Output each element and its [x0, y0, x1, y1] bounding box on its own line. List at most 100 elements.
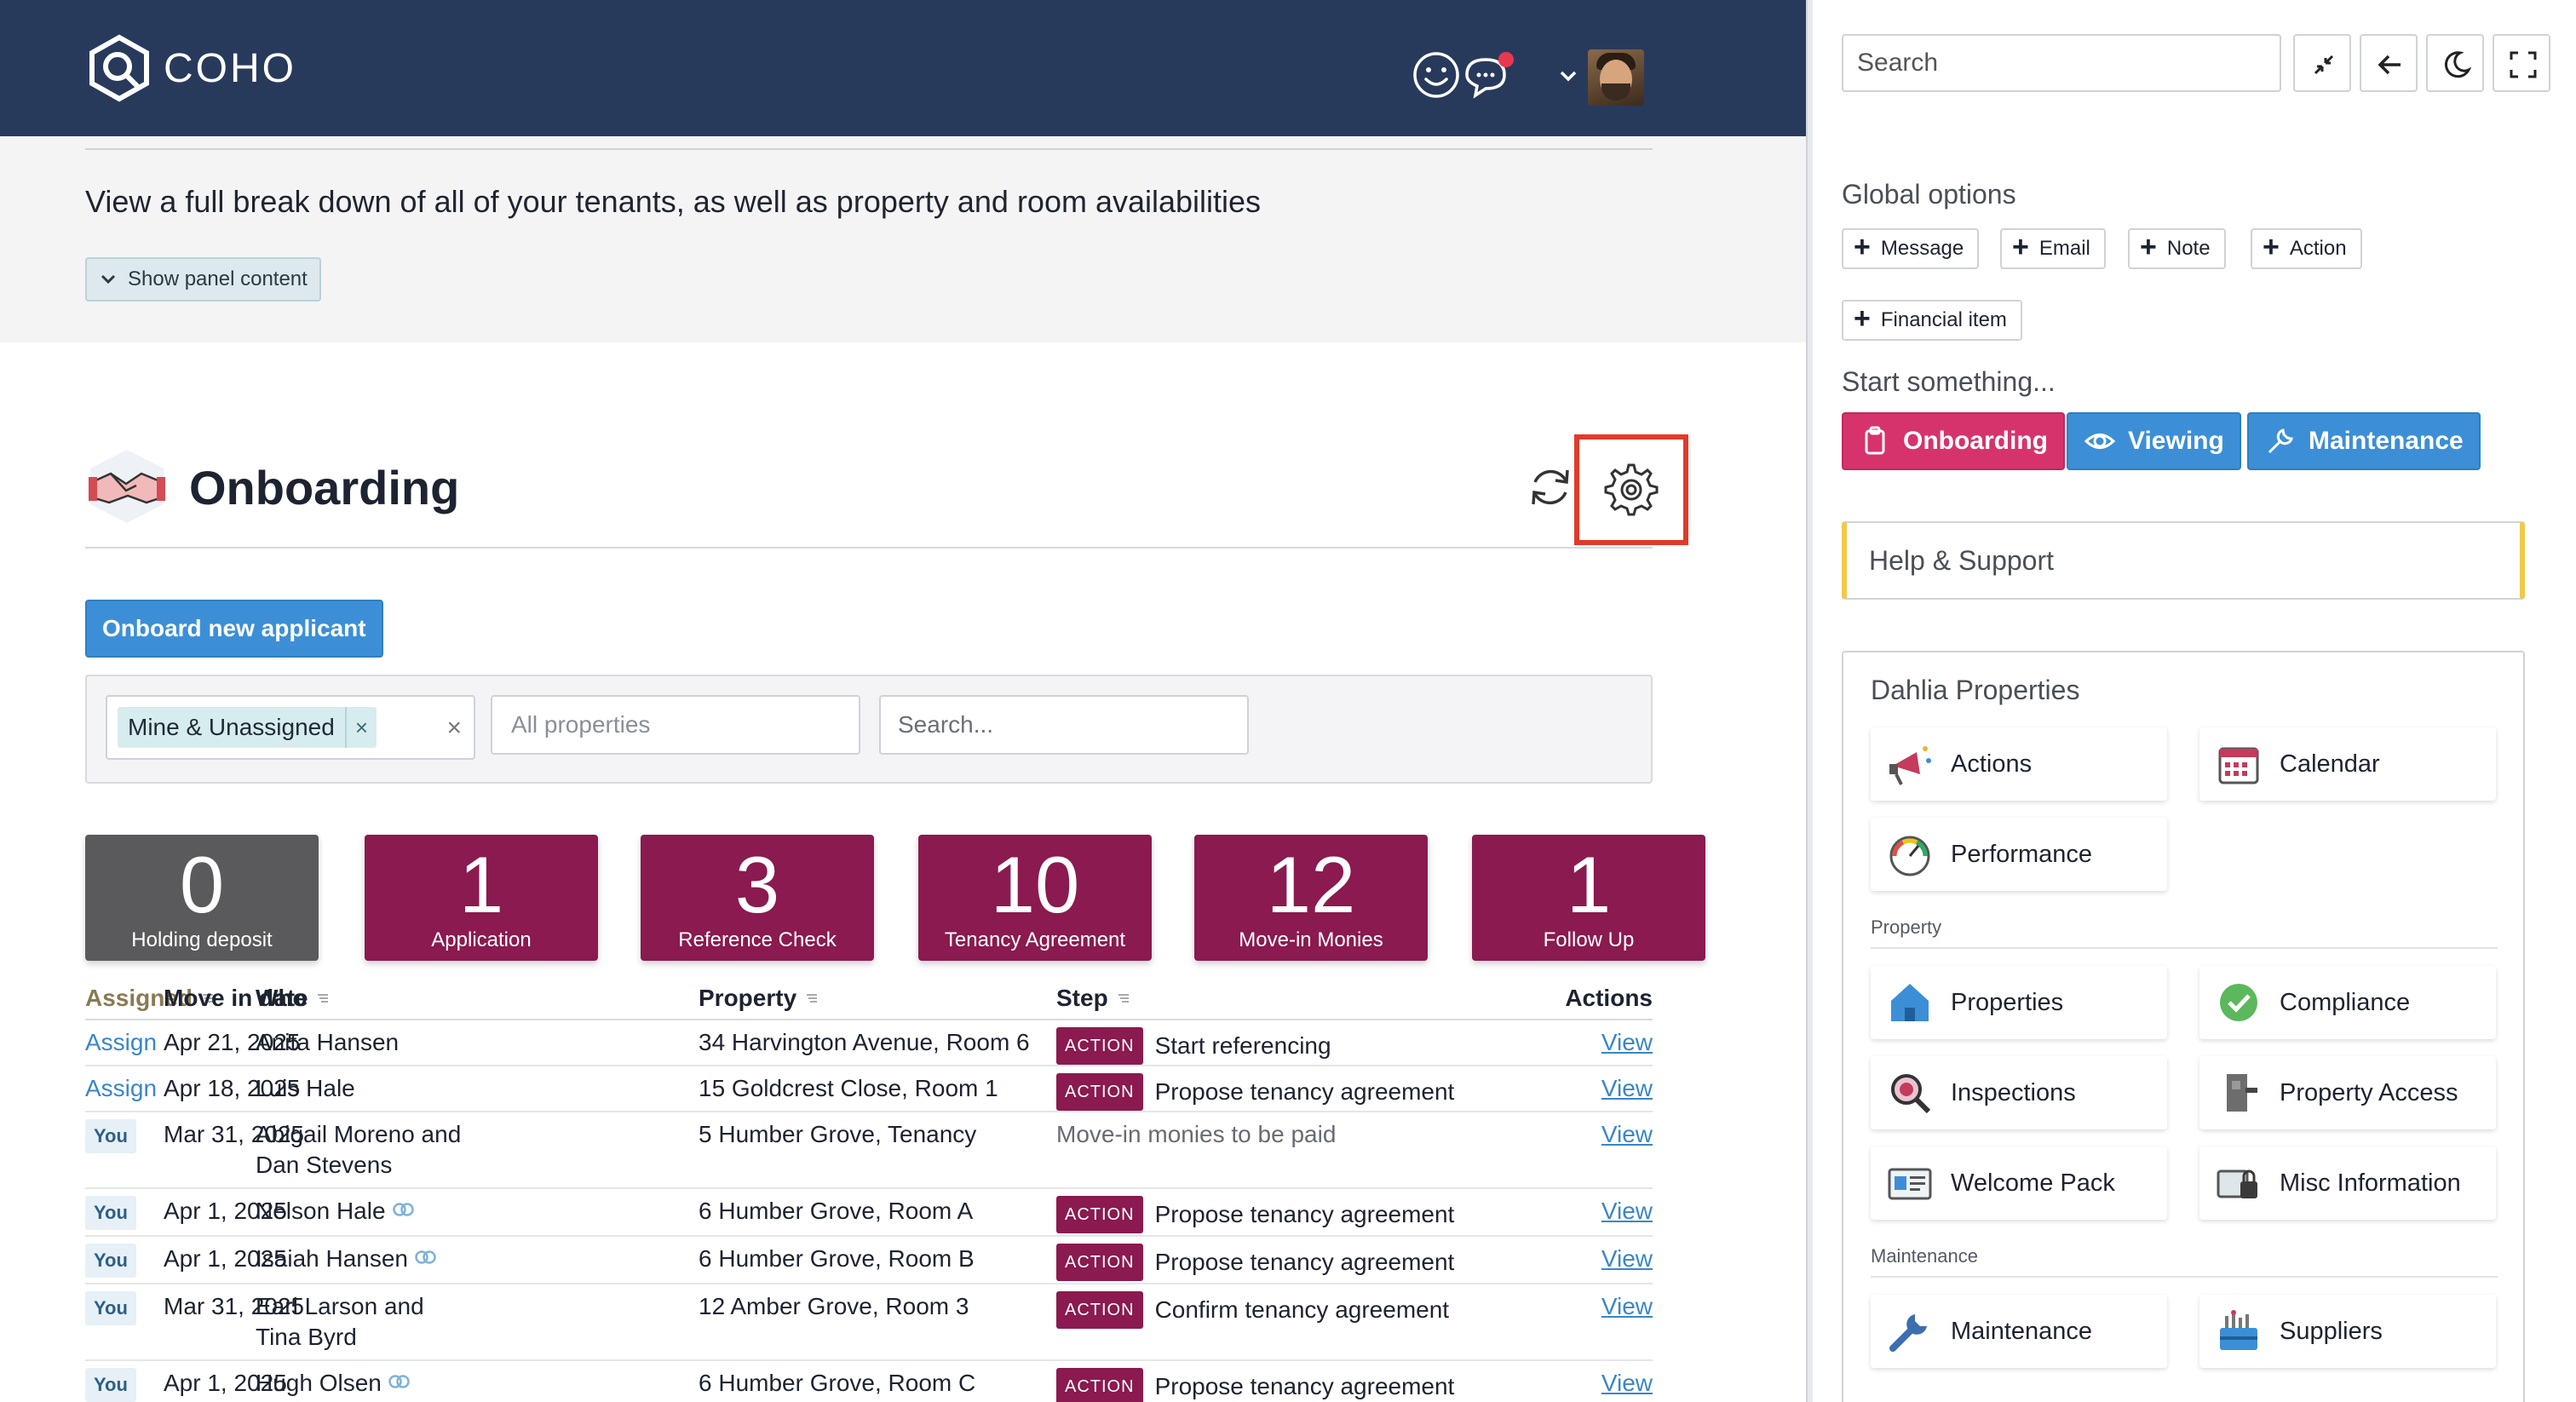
global-option-action[interactable]: + Action	[2251, 228, 2362, 269]
panel-divider	[85, 148, 1653, 150]
global-option-message[interactable]: + Message	[1842, 228, 1980, 269]
view-link[interactable]: View	[1601, 1368, 1653, 1399]
plus-icon: +	[2012, 231, 2029, 263]
lock-icon	[2217, 1169, 2257, 1198]
stat-card-reference-check[interactable]: 3 Reference Check	[641, 835, 874, 961]
door-icon	[2227, 1074, 2257, 1112]
chat-notification-icon[interactable]	[1460, 49, 1518, 101]
linked-rings-icon	[388, 1375, 410, 1388]
dark-mode-button[interactable]	[2426, 34, 2484, 92]
tile-label: Misc Information	[2280, 1169, 2461, 1197]
who-cell: Luis Hale	[256, 1073, 355, 1104]
start-viewing-button[interactable]: Viewing	[2067, 412, 2241, 470]
global-option-email[interactable]: + Email	[2000, 228, 2106, 269]
view-link[interactable]: View	[1601, 1073, 1653, 1104]
panel-splitter[interactable]	[1806, 0, 1813, 1402]
assign-link[interactable]: Assign	[85, 1029, 157, 1055]
column-header-who[interactable]: Who	[256, 980, 330, 1017]
fullscreen-button[interactable]	[2493, 34, 2550, 92]
tile-label: Properties	[1951, 988, 2064, 1016]
header-label: Who	[256, 985, 308, 1011]
sort-icon	[1118, 994, 1129, 1003]
step-cell: ACTION Propose tenancy agreement	[1056, 1244, 1454, 1281]
column-header-step[interactable]: Step	[1056, 980, 1130, 1017]
who-name-text: Dan Stevens	[256, 1152, 393, 1178]
collapse-button[interactable]	[2293, 34, 2351, 92]
tile-compliance[interactable]: Compliance	[2199, 966, 2496, 1039]
option-label: Email	[2038, 237, 2090, 260]
column-header-property[interactable]: Property	[699, 980, 819, 1017]
assignee-filter[interactable]: Mine & Unassigned × ×	[106, 695, 475, 760]
stat-card-holding-deposit[interactable]: 0 Holding deposit	[85, 835, 319, 961]
show-panel-content-button[interactable]: Show panel content	[85, 257, 321, 302]
view-link[interactable]: View	[1601, 1119, 1653, 1150]
view-link[interactable]: View	[1601, 1196, 1653, 1227]
tile-inspections[interactable]: Inspections	[1871, 1056, 2167, 1129]
properties-filter[interactable]: All properties	[491, 695, 860, 755]
chevron-down-icon[interactable]	[1557, 65, 1579, 87]
start-maintenance-button[interactable]: Maintenance	[2247, 412, 2481, 470]
plus-icon: +	[1854, 302, 1871, 335]
view-link[interactable]: View	[1601, 1244, 1653, 1274]
who-name-text: Hugh Olsen	[256, 1370, 382, 1396]
refresh-icon[interactable]	[1525, 462, 1576, 513]
property-cell: 6 Humber Grove, Room B	[699, 1245, 975, 1272]
tile-actions[interactable]: Actions	[1871, 727, 2167, 801]
global-option-financial-item[interactable]: + Financial item	[1842, 300, 2022, 341]
tile-property-access[interactable]: Property Access	[2199, 1056, 2496, 1129]
assigned-cell: You	[85, 1119, 136, 1153]
stat-card-tenancy-agreement[interactable]: 10 Tenancy Agreement	[918, 835, 1152, 961]
onboard-new-applicant-button[interactable]: Onboard new applicant	[85, 600, 383, 658]
who-cell: Abigail Moreno and Dan Stevens	[256, 1119, 461, 1181]
tile-label: Actions	[1951, 750, 2033, 778]
view-link[interactable]: View	[1601, 1027, 1653, 1058]
tile-properties[interactable]: Properties	[1871, 966, 2167, 1039]
gear-icon[interactable]	[1601, 460, 1661, 520]
assigned-cell: Assign	[85, 1027, 157, 1058]
option-label: Financial item	[1880, 308, 2007, 331]
logo[interactable]: COHO	[83, 32, 296, 104]
assign-link[interactable]: Assign	[85, 1075, 157, 1101]
tile-maintenance[interactable]: Maintenance	[1871, 1295, 2167, 1368]
start-onboarding-button[interactable]: Onboarding	[1842, 412, 2065, 470]
property-cell: 5 Humber Grove, Tenancy	[699, 1121, 977, 1147]
global-option-note[interactable]: + Note	[2128, 228, 2226, 269]
clear-filter-icon[interactable]: ×	[446, 714, 462, 743]
step-text: Propose tenancy agreement	[1154, 1201, 1455, 1227]
right-sidebar: Global options + Message + Email + Note + Ac…	[1813, 0, 2576, 1402]
smiley-icon[interactable]	[1411, 49, 1462, 101]
tile-misc-information[interactable]: Misc Information	[2199, 1146, 2496, 1220]
help-support-panel[interactable]: Help & Support	[1842, 521, 2525, 600]
plus-icon: +	[2140, 231, 2157, 263]
chevron-down-icon	[101, 274, 116, 284]
moon-icon	[2444, 51, 2472, 78]
column-header-actions: Actions	[1565, 980, 1653, 1017]
toolbox-icon	[2220, 1310, 2257, 1350]
view-link[interactable]: View	[1601, 1291, 1653, 1322]
filter-bar: Mine & Unassigned × × All properties	[85, 675, 1653, 784]
tile-calendar[interactable]: Calendar	[2199, 727, 2496, 801]
stat-card-application[interactable]: 1 Application	[365, 835, 598, 961]
who-name: Tina Byrd	[256, 1322, 424, 1353]
who-name: Isaiah Hansen	[256, 1244, 439, 1274]
sidebar-search-input[interactable]	[1842, 34, 2281, 92]
you-badge: You	[85, 1291, 136, 1325]
tile-welcome-pack[interactable]: Welcome Pack	[1871, 1146, 2167, 1220]
user-avatar[interactable]	[1588, 49, 1644, 106]
who-name: Nelson Hale	[256, 1196, 417, 1227]
stat-card-move-in-monies[interactable]: 12 Move-in Monies	[1194, 835, 1428, 961]
who-name-text: Earl Larson and	[256, 1293, 424, 1319]
back-button[interactable]	[2360, 34, 2418, 92]
tile-performance[interactable]: Performance	[1871, 818, 2167, 891]
who-cell: Earl Larson and Tina Byrd	[256, 1291, 424, 1353]
step-text: Confirm tenancy agreement	[1154, 1296, 1450, 1323]
stat-card-follow-up[interactable]: 1 Follow Up	[1472, 835, 1705, 961]
action-badge: ACTION	[1056, 1244, 1143, 1281]
option-label: Action	[2289, 237, 2347, 260]
start-label: Onboarding	[1903, 427, 2048, 455]
you-badge: You	[85, 1119, 136, 1153]
tile-suppliers[interactable]: Suppliers	[2199, 1295, 2496, 1368]
search-input[interactable]	[879, 695, 1249, 755]
tile-label: Inspections	[1951, 1078, 2076, 1106]
tag-remove-icon[interactable]: ×	[344, 707, 377, 748]
